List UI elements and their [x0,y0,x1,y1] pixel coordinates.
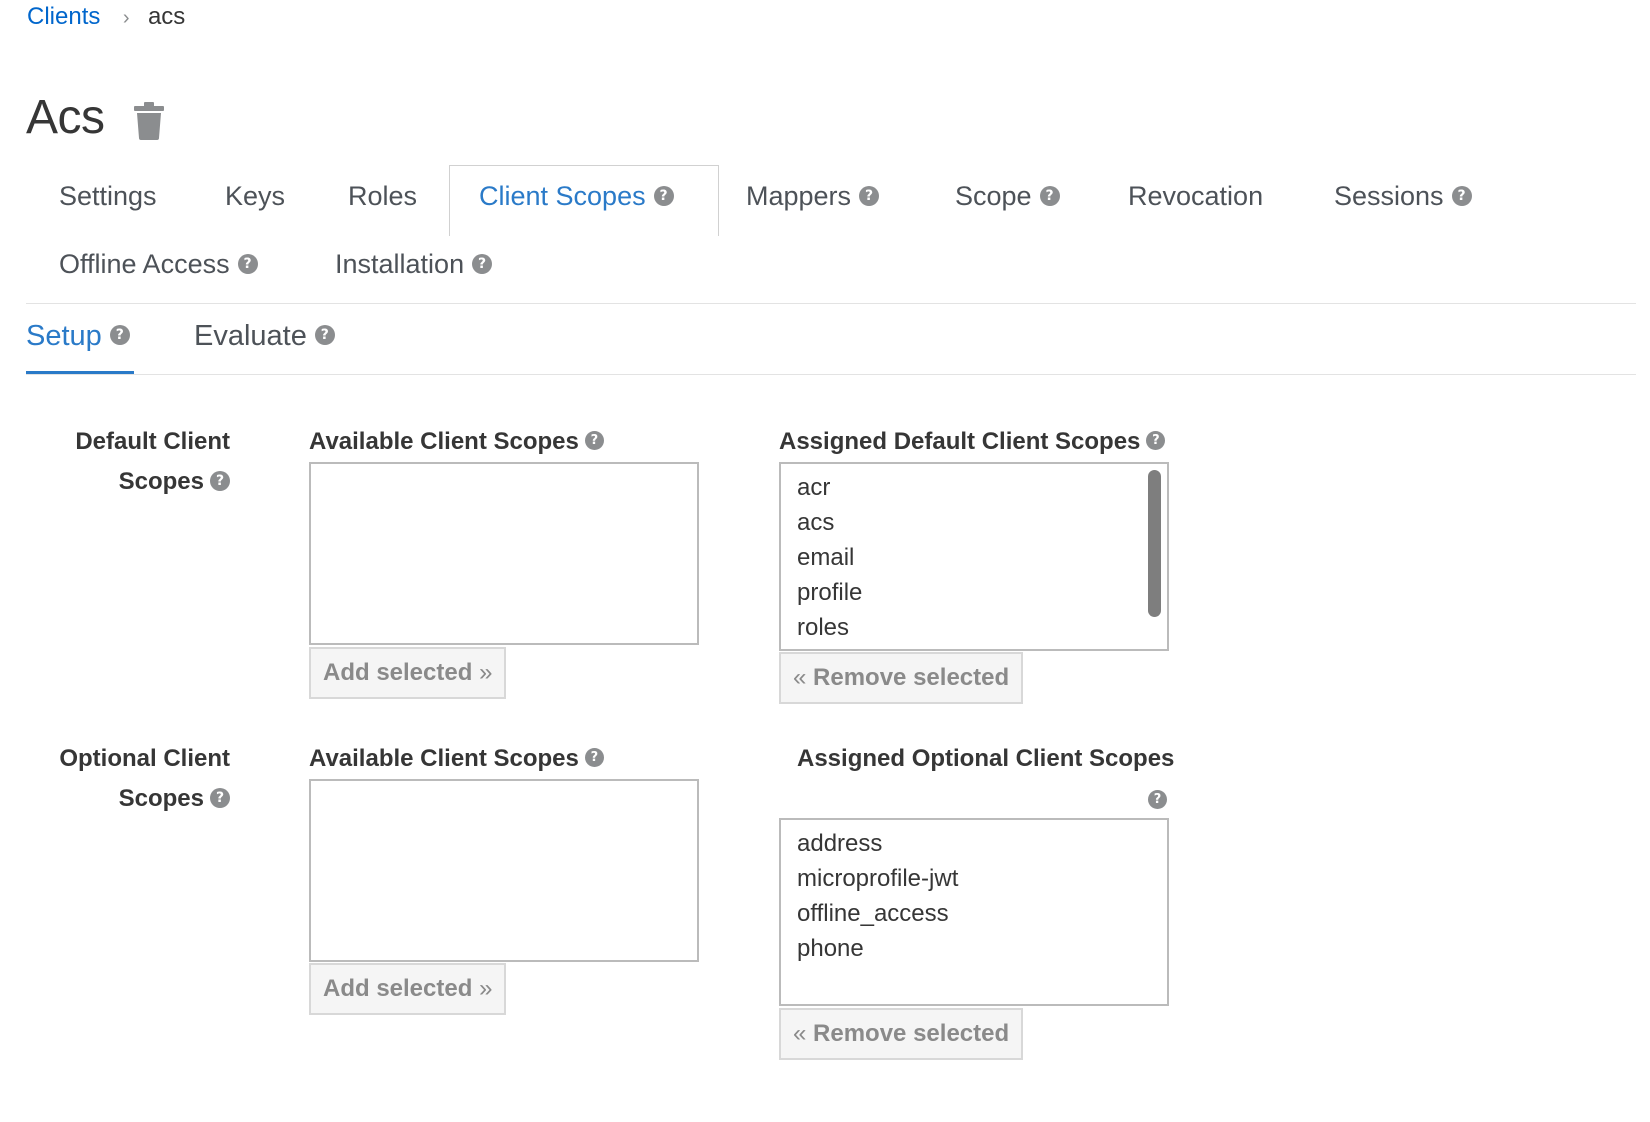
label-text: Scopes [118,468,204,495]
label-line: Scopes? [30,462,230,502]
default-add-selected-button[interactable]: Add selected » [309,647,507,699]
label-text: Scopes [118,785,204,812]
listbox-items: acr acs email profile roles [781,464,1167,645]
optional-remove-selected-button[interactable]: « Remove selected [779,1008,1024,1060]
tabs-divider [26,303,1636,304]
label-line: Scopes? [30,779,230,819]
optional-assigned-listbox[interactable]: address microprofile-jwt offline_access … [779,818,1169,1006]
help-icon[interactable]: ? [210,787,230,808]
label-text: Assigned Default Client Scopes [779,428,1141,455]
breadcrumb: Clients › acs [27,0,185,36]
label-line: Optional Client [59,745,230,772]
list-item[interactable]: acr [781,470,1167,505]
help-icon[interactable]: ? [109,325,130,346]
subtab-setup[interactable]: Setup? [26,320,130,353]
button-label: Remove selected [813,1020,1010,1047]
tab-label: Revocation [1128,181,1264,211]
optional-available-label: Available Client Scopes? [309,745,604,773]
default-assigned-listbox[interactable]: acr acs email profile roles [779,462,1169,651]
label-text: Available Client Scopes [309,428,579,455]
tab-mappers[interactable]: Mappers? [746,181,880,212]
help-icon[interactable]: ? [1451,185,1472,206]
breadcrumb-current: acs [147,3,186,30]
default-available-listbox[interactable] [309,462,699,645]
button-label: Add selected [323,659,473,686]
help-icon[interactable]: ? [210,470,230,491]
tab-label: Settings [59,181,157,211]
help-icon[interactable]: ? [314,325,335,346]
tab-client-scopes[interactable]: Client Scopes? [479,181,674,212]
subtab-evaluate[interactable]: Evaluate? [194,320,335,353]
help-icon[interactable]: ? [472,253,493,274]
tab-label: Client Scopes [479,181,646,211]
tab-revocation[interactable]: Revocation [1128,181,1263,212]
list-item[interactable]: email [781,540,1167,575]
label-text: Available Client Scopes [309,745,579,772]
list-item[interactable]: roles [781,610,1167,645]
optional-client-scopes-label: Optional Client Scopes? [30,739,230,819]
list-item[interactable]: address [781,826,1167,861]
tab-roles[interactable]: Roles [348,181,417,212]
list-item[interactable]: phone [781,931,1167,966]
help-icon[interactable]: ? [653,185,674,206]
double-chevron-left-icon: « [793,664,807,691]
tab-keys[interactable]: Keys [225,181,285,212]
tab-sessions[interactable]: Sessions? [1334,181,1472,212]
label-line: Default Client [75,428,230,455]
tab-label: Scope [955,181,1032,211]
tab-label: Mappers [746,181,852,211]
tab-installation[interactable]: Installation? [335,249,493,280]
double-chevron-right-icon: » [479,659,493,686]
page-title: Acs [26,91,105,144]
default-remove-selected-button[interactable]: « Remove selected [779,652,1024,704]
tab-label: Sessions [1334,181,1444,211]
tab-offline-access[interactable]: Offline Access? [59,249,258,280]
list-item[interactable]: profile [781,575,1167,610]
breadcrumb-separator-icon: › [122,7,130,29]
help-icon[interactable]: ? [584,431,604,451]
help-icon[interactable]: ? [237,253,258,274]
trash-icon[interactable] [133,102,165,140]
optional-assigned-label: Assigned Optional Client Scopes [797,745,1174,773]
subtabs-divider [26,374,1636,375]
help-icon[interactable]: ? [859,185,880,206]
button-label: Add selected [323,975,473,1002]
tab-label: Installation [335,249,465,279]
button-label: Remove selected [813,664,1010,691]
label-text: Assigned Optional Client Scopes [797,745,1175,772]
tab-settings[interactable]: Settings [59,181,157,212]
default-assigned-label: Assigned Default Client Scopes? [779,428,1166,456]
optional-add-selected-button[interactable]: Add selected » [309,963,507,1015]
double-chevron-right-icon: » [479,975,493,1002]
list-item[interactable]: microprofile-jwt [781,861,1167,896]
optional-available-listbox[interactable] [309,779,699,962]
help-icon[interactable]: ? [584,748,604,768]
tab-scope[interactable]: Scope? [955,181,1060,212]
subtab-label: Setup [26,320,102,352]
tab-label: Offline Access [59,249,230,279]
double-chevron-left-icon: « [793,1020,807,1047]
help-icon[interactable]: ? [1146,431,1166,451]
default-available-label: Available Client Scopes? [309,428,604,456]
help-icon[interactable]: ? [1148,790,1167,809]
list-item[interactable]: acs [781,505,1167,540]
listbox-items: address microprofile-jwt offline_access … [781,820,1167,966]
help-icon[interactable]: ? [1039,185,1060,206]
tab-label: Keys [225,181,286,211]
scrollbar[interactable] [1148,470,1161,617]
tab-label: Roles [348,181,418,211]
breadcrumb-clients-link[interactable]: Clients [27,3,100,30]
list-item[interactable]: offline_access [781,896,1167,931]
subtab-label: Evaluate [194,320,307,352]
default-client-scopes-label: Default Client Scopes? [30,422,230,502]
